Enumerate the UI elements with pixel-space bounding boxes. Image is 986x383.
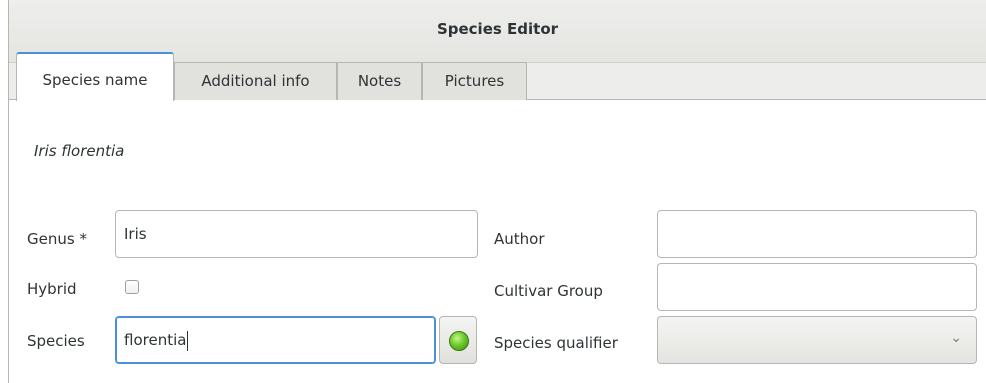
genus-label: Genus *: [27, 230, 87, 248]
cultivar-group-input[interactable]: [657, 263, 977, 311]
species-editor-window: Species Editor Species name Additional i…: [8, 0, 986, 383]
tab-notes[interactable]: Notes: [337, 62, 422, 100]
full-species-name: Iris florentia: [34, 142, 125, 160]
genus-input[interactable]: Iris: [115, 210, 478, 258]
author-input[interactable]: [657, 210, 977, 258]
species-label: Species: [27, 332, 85, 350]
tab-bar: Species name Additional info Notes Pictu…: [9, 52, 986, 101]
species-qualifier-label: Species qualifier: [494, 334, 618, 352]
tab-pictures[interactable]: Pictures: [422, 62, 527, 100]
species-input-value: florentia: [124, 331, 187, 349]
species-input[interactable]: florentia: [115, 316, 436, 364]
tab-additional-info[interactable]: Additional info: [174, 62, 337, 100]
text-cursor: [187, 330, 189, 351]
author-label: Author: [494, 230, 545, 248]
window-title: Species Editor: [436, 20, 559, 38]
hybrid-checkbox[interactable]: [125, 280, 139, 294]
species-qualifier-combo[interactable]: ⌄: [657, 316, 977, 364]
species-status-button[interactable]: [439, 316, 477, 364]
green-status-led-icon: [449, 331, 469, 351]
species-name-panel: Iris florentia Genus * Iris Hybrid Speci…: [9, 100, 986, 383]
tab-species-name[interactable]: Species name: [16, 52, 174, 101]
chevron-down-icon: ⌄: [950, 330, 962, 346]
hybrid-label: Hybrid: [27, 280, 77, 298]
cultivar-group-label: Cultivar Group: [494, 282, 603, 300]
